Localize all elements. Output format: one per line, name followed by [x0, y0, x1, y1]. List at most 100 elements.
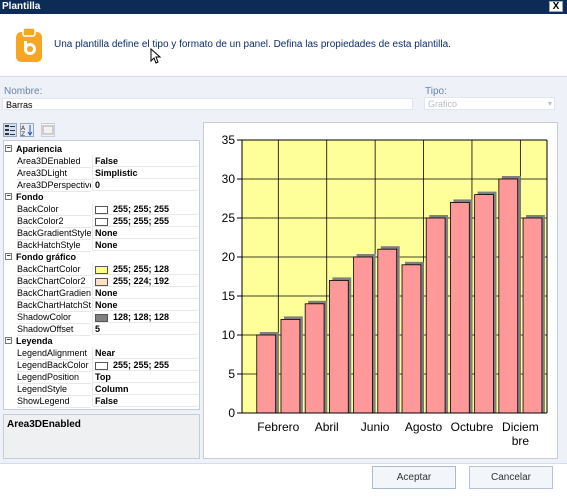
- property-value[interactable]: 5: [92, 323, 198, 335]
- property-value[interactable]: None: [92, 227, 198, 239]
- collapse-icon[interactable]: −: [5, 145, 12, 152]
- window-title: Plantilla: [2, 1, 41, 12]
- property-value[interactable]: Top: [92, 371, 198, 383]
- bar: [328, 279, 349, 414]
- property-row[interactable]: Area3DLight Simplistic: [4, 167, 199, 180]
- property-row[interactable]: LegendPosition Top: [4, 371, 199, 384]
- property-row[interactable]: LegendBackColor 255; 255; 255: [4, 359, 199, 372]
- y-tick-label: 15: [222, 289, 236, 303]
- close-button[interactable]: X: [549, 1, 563, 12]
- property-row[interactable]: BackColor2 255; 255; 255: [4, 215, 199, 228]
- property-pages-icon[interactable]: [41, 123, 55, 137]
- property-value-text: Top: [95, 372, 111, 382]
- property-value-text: None: [95, 300, 118, 310]
- property-description-pane: Area3DEnabled: [3, 414, 200, 459]
- property-grid: − Apariencia Area3DEnabled False Area3DLight…: [3, 140, 200, 410]
- property-value[interactable]: 128; 128; 128: [92, 311, 198, 323]
- accept-button[interactable]: Aceptar: [372, 466, 456, 489]
- property-row[interactable]: BackGradientStyle None: [4, 227, 199, 240]
- color-swatch: [95, 361, 108, 370]
- property-value[interactable]: 255; 255; 255: [92, 359, 198, 371]
- x-tick-label: Junio: [361, 420, 390, 434]
- property-category-label: Fondo: [16, 192, 44, 202]
- property-value[interactable]: 255; 224; 192: [92, 275, 198, 287]
- y-tick-label: 5: [228, 367, 235, 381]
- property-value[interactable]: None: [92, 299, 198, 311]
- property-category[interactable]: − Leyenda: [4, 335, 199, 347]
- bar: [304, 303, 325, 414]
- x-tick-label: Abril: [315, 420, 339, 434]
- property-value-text: 5: [95, 324, 101, 334]
- name-label: Nombre:: [4, 86, 43, 97]
- collapse-icon[interactable]: −: [5, 193, 12, 200]
- collapse-icon[interactable]: −: [5, 253, 12, 260]
- property-value-text: 0: [95, 180, 101, 190]
- property-value-text: 255; 255; 255: [113, 216, 170, 226]
- intro-text: Una plantilla define el tipo y formato d…: [54, 39, 451, 50]
- cancel-button[interactable]: Cancelar: [469, 466, 553, 489]
- property-value[interactable]: 255; 255; 255: [92, 215, 198, 227]
- bar: [474, 194, 494, 414]
- property-row[interactable]: Area3DEnabled False: [4, 155, 199, 168]
- property-row[interactable]: BackChartColor2 255; 224; 192: [4, 275, 199, 288]
- bar: [425, 217, 446, 414]
- bar-chart: 0 5 10 15 20 25 30 35 Febrero Abril Junio Agosto Oct…: [222, 133, 548, 448]
- bar: [353, 256, 373, 414]
- property-category-label: Apariencia: [16, 144, 63, 154]
- property-row[interactable]: BackColor 255; 255; 255: [4, 203, 199, 216]
- name-input[interactable]: Barras: [2, 98, 413, 110]
- property-value-text: Column: [95, 384, 129, 394]
- property-value-text: None: [95, 288, 118, 298]
- property-value[interactable]: False: [92, 395, 198, 407]
- property-row[interactable]: BackChartHatchStyl None: [4, 299, 199, 312]
- property-value-text: 255; 255; 128: [113, 264, 170, 274]
- bar: [377, 248, 398, 414]
- bar: [401, 264, 422, 414]
- bar: [256, 334, 277, 414]
- chart-preview-panel: 0 5 10 15 20 25 30 35 Febrero Abril Junio Agosto Oct…: [203, 122, 558, 459]
- property-category[interactable]: − Apariencia: [4, 143, 199, 155]
- y-tick-label: 35: [222, 133, 236, 147]
- property-row[interactable]: ShowLegend False: [4, 395, 199, 408]
- property-value[interactable]: 255; 255; 128: [92, 263, 198, 275]
- property-category[interactable]: − Fondo gráfico: [4, 251, 199, 263]
- property-value-text: 255; 224; 192: [113, 276, 170, 286]
- x-tick-label: Octubre: [451, 420, 494, 434]
- property-value[interactable]: None: [92, 287, 198, 299]
- property-value-text: Simplistic: [95, 168, 138, 178]
- color-swatch: [95, 265, 108, 274]
- property-row[interactable]: LegendStyle Column: [4, 383, 199, 396]
- template-document-icon: [16, 28, 42, 62]
- header-panel: Una plantilla define el tipo y formato d…: [0, 14, 567, 77]
- property-row[interactable]: BackChartGradientSNone: [4, 287, 199, 300]
- property-row[interactable]: ShadowOffset 5: [4, 323, 199, 336]
- property-row[interactable]: BackHatchStyle None: [4, 239, 199, 252]
- property-row[interactable]: LegendAlignment Near: [4, 347, 199, 360]
- property-value[interactable]: Near: [92, 347, 198, 359]
- color-swatch: [95, 277, 108, 286]
- property-value[interactable]: Column: [92, 383, 198, 395]
- property-grid-toolbar: AZ: [3, 122, 198, 140]
- y-tick-label: 0: [228, 406, 235, 420]
- property-value-text: 255; 255; 255: [113, 360, 170, 370]
- y-tick-label: 20: [222, 250, 236, 264]
- color-swatch: [95, 217, 108, 226]
- property-row[interactable]: BackChartColor 255; 255; 128: [4, 263, 199, 276]
- property-category[interactable]: − Fondo: [4, 191, 199, 203]
- alphabetical-sort-icon[interactable]: AZ: [20, 123, 34, 138]
- y-tick-label: 25: [222, 211, 236, 225]
- property-row[interactable]: ShadowColor 128; 128; 128: [4, 311, 199, 324]
- categorized-view-icon[interactable]: [3, 123, 17, 137]
- property-row[interactable]: Area3DPerspective 0: [4, 179, 199, 192]
- collapse-icon[interactable]: −: [5, 337, 12, 344]
- property-value[interactable]: 255; 255; 255: [92, 203, 198, 215]
- type-select[interactable]: Grafico ▾: [424, 97, 555, 110]
- property-value[interactable]: Simplistic: [92, 167, 198, 179]
- title-bar: Plantilla X: [0, 0, 567, 14]
- bar: [280, 318, 301, 414]
- property-description-title: Area3DEnabled: [7, 419, 81, 430]
- property-value[interactable]: None: [92, 239, 198, 251]
- property-value[interactable]: 0: [92, 179, 198, 191]
- property-value[interactable]: False: [92, 155, 198, 167]
- x-tick-label: Agosto: [405, 420, 443, 434]
